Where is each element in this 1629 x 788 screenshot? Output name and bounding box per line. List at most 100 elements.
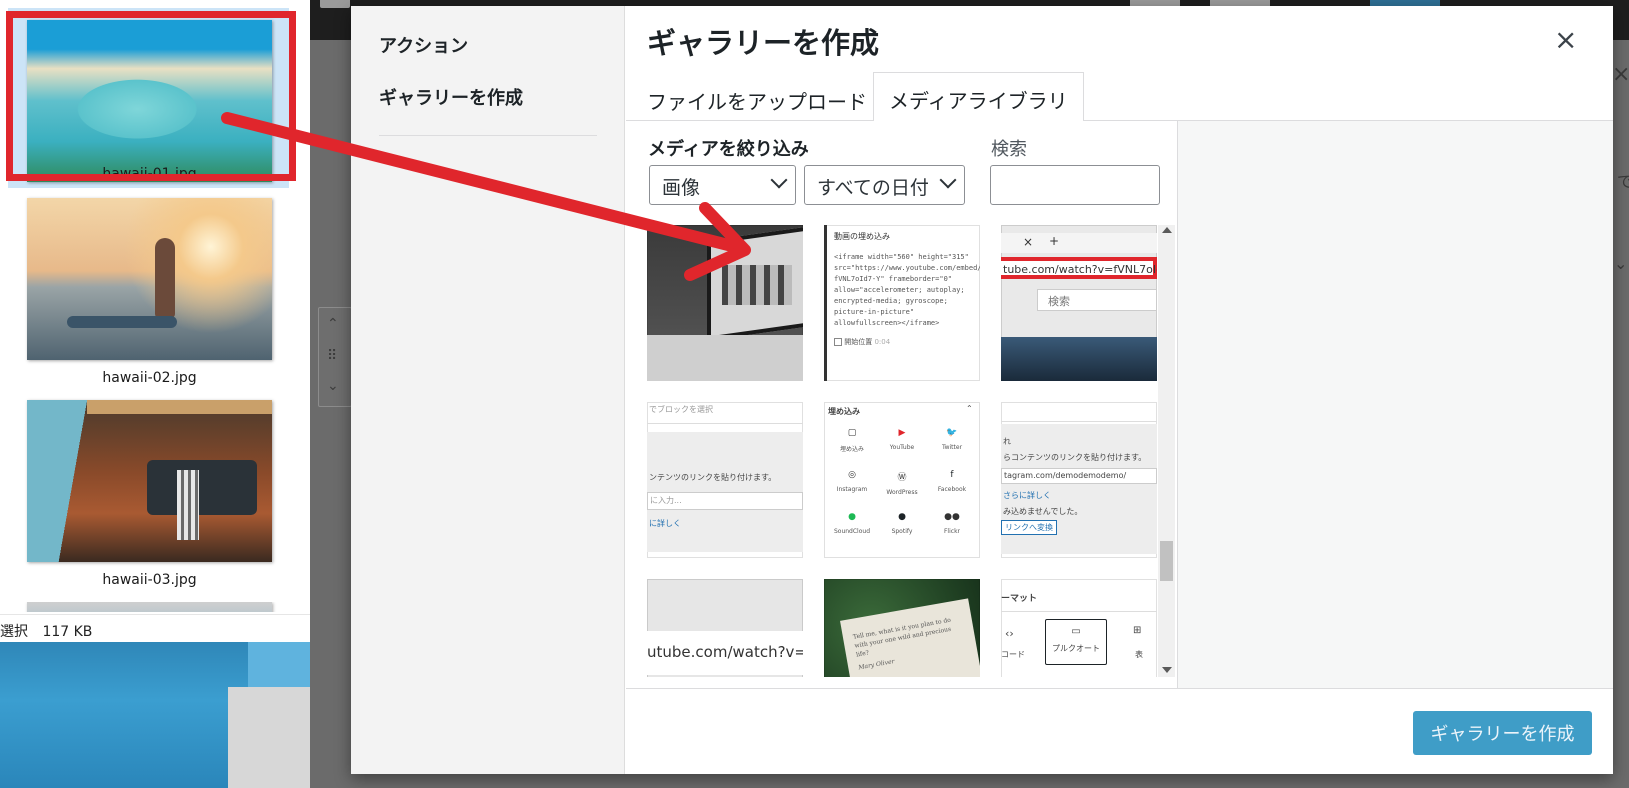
background-chevron-icon: ⌄: [1614, 254, 1628, 273]
url-search-box: 検索: [1037, 289, 1157, 311]
file-item-hawaii-03[interactable]: hawaii-03.jpg: [8, 400, 291, 590]
attachment-quote-card-photo[interactable]: Tell me, what is it you plan to do with …: [824, 579, 980, 677]
embed-option-label: YouTube: [889, 444, 915, 451]
code-line: allow="accelerometer; autoplay;: [834, 286, 965, 294]
ig-fail-text: み込めませんでした。: [1003, 507, 1083, 516]
embed-option: ● SoundCloud: [827, 512, 877, 535]
pullquote-label: プルクオート: [1052, 644, 1100, 653]
attachment-embed-code-screenshot[interactable]: 動画の埋め込み <iframe width="560" height="315"…: [824, 225, 980, 381]
block-input-text: に入力...: [647, 492, 803, 510]
start-time-value: 0:04: [874, 338, 891, 346]
code-line: encrypted-media; gyroscope;: [834, 297, 948, 305]
date-filter-select[interactable]: すべての日付: [804, 165, 965, 205]
close-icon[interactable]: ×: [1554, 26, 1577, 54]
embed-code-title: 動画の埋め込み: [834, 232, 890, 241]
filter-label: メディアを絞り込み: [648, 139, 809, 160]
embed-option-icon: ▢: [847, 428, 857, 438]
attachment-instagram-embed-screenshot[interactable]: れ らコンテンツのリンクを貼り付けます。 tagram.com/demodemo…: [1001, 402, 1157, 558]
chevron-down-icon: [939, 171, 957, 189]
code-line: fVNL7oId7-Y" frameborder="0": [834, 275, 953, 283]
block-link-text: ンテンツのリンクを貼り付けます。: [649, 473, 777, 482]
search-label: 検索: [991, 139, 1027, 160]
embed-option: ▢ 埋め込み: [827, 428, 877, 453]
explorer-status-bar: 選択 117 KB: [0, 614, 310, 642]
embed-option-icon: ●●: [944, 512, 960, 522]
embed-option: 🐦 Twitter: [927, 428, 977, 451]
modal-title: ギャラリーを作成: [647, 26, 880, 60]
tab-upload-files[interactable]: ファイルをアップロード: [647, 78, 867, 126]
attachments-scrollbar[interactable]: [1158, 225, 1175, 677]
status-selected-label: 選択: [0, 624, 28, 640]
table-icon: ⊞: [1133, 625, 1142, 636]
start-time-row: 開始位置 0:04: [834, 337, 970, 348]
embed-option-label: Instagram: [836, 486, 868, 493]
big-url-text: utube.com/watch?v=fVNL: [647, 631, 803, 675]
embed-option-icon: 🐦: [946, 428, 958, 438]
embed-option-icon: Ⓦ: [897, 473, 907, 483]
embed-option-label: WordPress: [886, 489, 918, 496]
block-more-link: に詳しく: [649, 519, 681, 528]
embed-option-label: Facebook: [937, 486, 967, 493]
tab-media-library[interactable]: メディアライブラリ: [873, 72, 1084, 122]
attachment-block-embed-screenshot[interactable]: でブロックを選択 ンテンツのリンクを貼り付けます。 に入力... に詳しく: [647, 402, 803, 558]
url-text: tube.com/watch?v=fVNL7oId7-Y: [1001, 257, 1157, 279]
menu-actions-heading: アクション: [379, 36, 469, 57]
thumbnail-vintage-van: [27, 400, 272, 562]
embed-option-label: SoundCloud: [833, 528, 871, 535]
scroll-down-arrow-icon[interactable]: [1162, 667, 1172, 673]
tab-close-icon: ×: [1023, 235, 1034, 249]
embed-option: ◎ Instagram: [827, 470, 877, 493]
attachment-laptop-photo[interactable]: [647, 225, 803, 381]
create-gallery-button[interactable]: ギャラリーを作成: [1413, 711, 1592, 755]
attachment-url-bar-screenshot[interactable]: × + tube.com/watch?v=fVNL7oId7-Y 検索: [1001, 225, 1157, 381]
embed-option: Ⓦ WordPress: [877, 470, 927, 496]
attachment-youtube-url-screenshot[interactable]: utube.com/watch?v=fVNL: [647, 579, 803, 677]
embed-option-label: Spotify: [891, 528, 913, 535]
menu-separator: [379, 135, 597, 136]
ig-more-link: さらに詳しく: [1003, 491, 1051, 500]
date-filter-value: すべての日付: [817, 177, 929, 199]
desktop-wallpaper: [0, 642, 310, 788]
code-line: <iframe width="560" height="315": [834, 253, 969, 261]
code-line: allowfullscreen></iframe>: [834, 319, 940, 327]
embed-option: ▶ YouTube: [877, 428, 927, 451]
media-modal: アクション ギャラリーを作成 ギャラリーを作成 × ファイルをアップロード メデ…: [351, 6, 1613, 774]
embed-option: ● Spotify: [877, 512, 927, 535]
embed-option: f Facebook: [927, 470, 977, 493]
embed-option: ●● Flickr: [927, 512, 977, 535]
media-toolbar: ギャラリーを作成: [626, 688, 1613, 774]
status-file-size: 117 KB: [42, 624, 93, 640]
embed-option-icon: ●: [848, 512, 856, 522]
media-type-select[interactable]: 画像: [649, 165, 796, 205]
attachments-browser: メディアを絞り込み 画像 すべての日付 検索 動画の埋め込み <iframe w…: [626, 121, 1177, 688]
embed-option-icon: ◎: [848, 470, 856, 480]
file-name: hawaii-02.jpg: [102, 370, 197, 386]
background-close-icon: ×: [1612, 62, 1629, 87]
attachment-format-blocks-screenshot[interactable]: ーマット ‹› コード ▭ プルクオート ⊞ 表: [1001, 579, 1157, 677]
chevron-up-icon: ⌃: [966, 404, 973, 413]
chevron-down-icon: [770, 171, 788, 189]
table-label: 表: [1135, 650, 1143, 659]
tab-plus-icon: +: [1049, 234, 1060, 248]
media-type-value: 画像: [662, 177, 701, 199]
ig-link-text: らコンテンツのリンクを貼り付けます。: [1003, 453, 1147, 462]
embed-option-label: Flickr: [943, 528, 961, 535]
pullquote-icon: ▭: [1071, 626, 1081, 637]
pullquote-option: ▭ プルクオート: [1045, 619, 1107, 665]
embed-option-icon: f: [950, 470, 954, 480]
quote-card: Tell me, what is it you plan to do with …: [840, 598, 980, 677]
thumbnail-partial: [27, 602, 272, 612]
code-icon: ‹›: [1005, 627, 1014, 640]
ig-url-text: tagram.com/demodemodemo/: [1001, 468, 1157, 484]
file-item-hawaii-02[interactable]: hawaii-02.jpg: [8, 198, 291, 388]
file-item-partial[interactable]: [8, 602, 291, 612]
media-menu: アクション ギャラリーを作成: [351, 6, 625, 774]
search-input[interactable]: [990, 165, 1160, 205]
code-line: src="https://www.youtube.com/embed/: [834, 264, 980, 272]
scroll-thumb[interactable]: [1160, 541, 1173, 581]
scroll-up-arrow-icon[interactable]: [1162, 227, 1172, 233]
menu-item-create-gallery[interactable]: ギャラリーを作成: [379, 84, 523, 110]
embed-code-preview: 動画の埋め込み <iframe width="560" height="315"…: [824, 225, 980, 354]
ig-heading: れ: [1003, 437, 1011, 446]
attachment-embed-blocks-screenshot[interactable]: 埋め込み ⌃ ▢ 埋め込み ▶ YouTube 🐦 Twitter ◎ Instagram Ⓦ W…: [824, 402, 980, 558]
